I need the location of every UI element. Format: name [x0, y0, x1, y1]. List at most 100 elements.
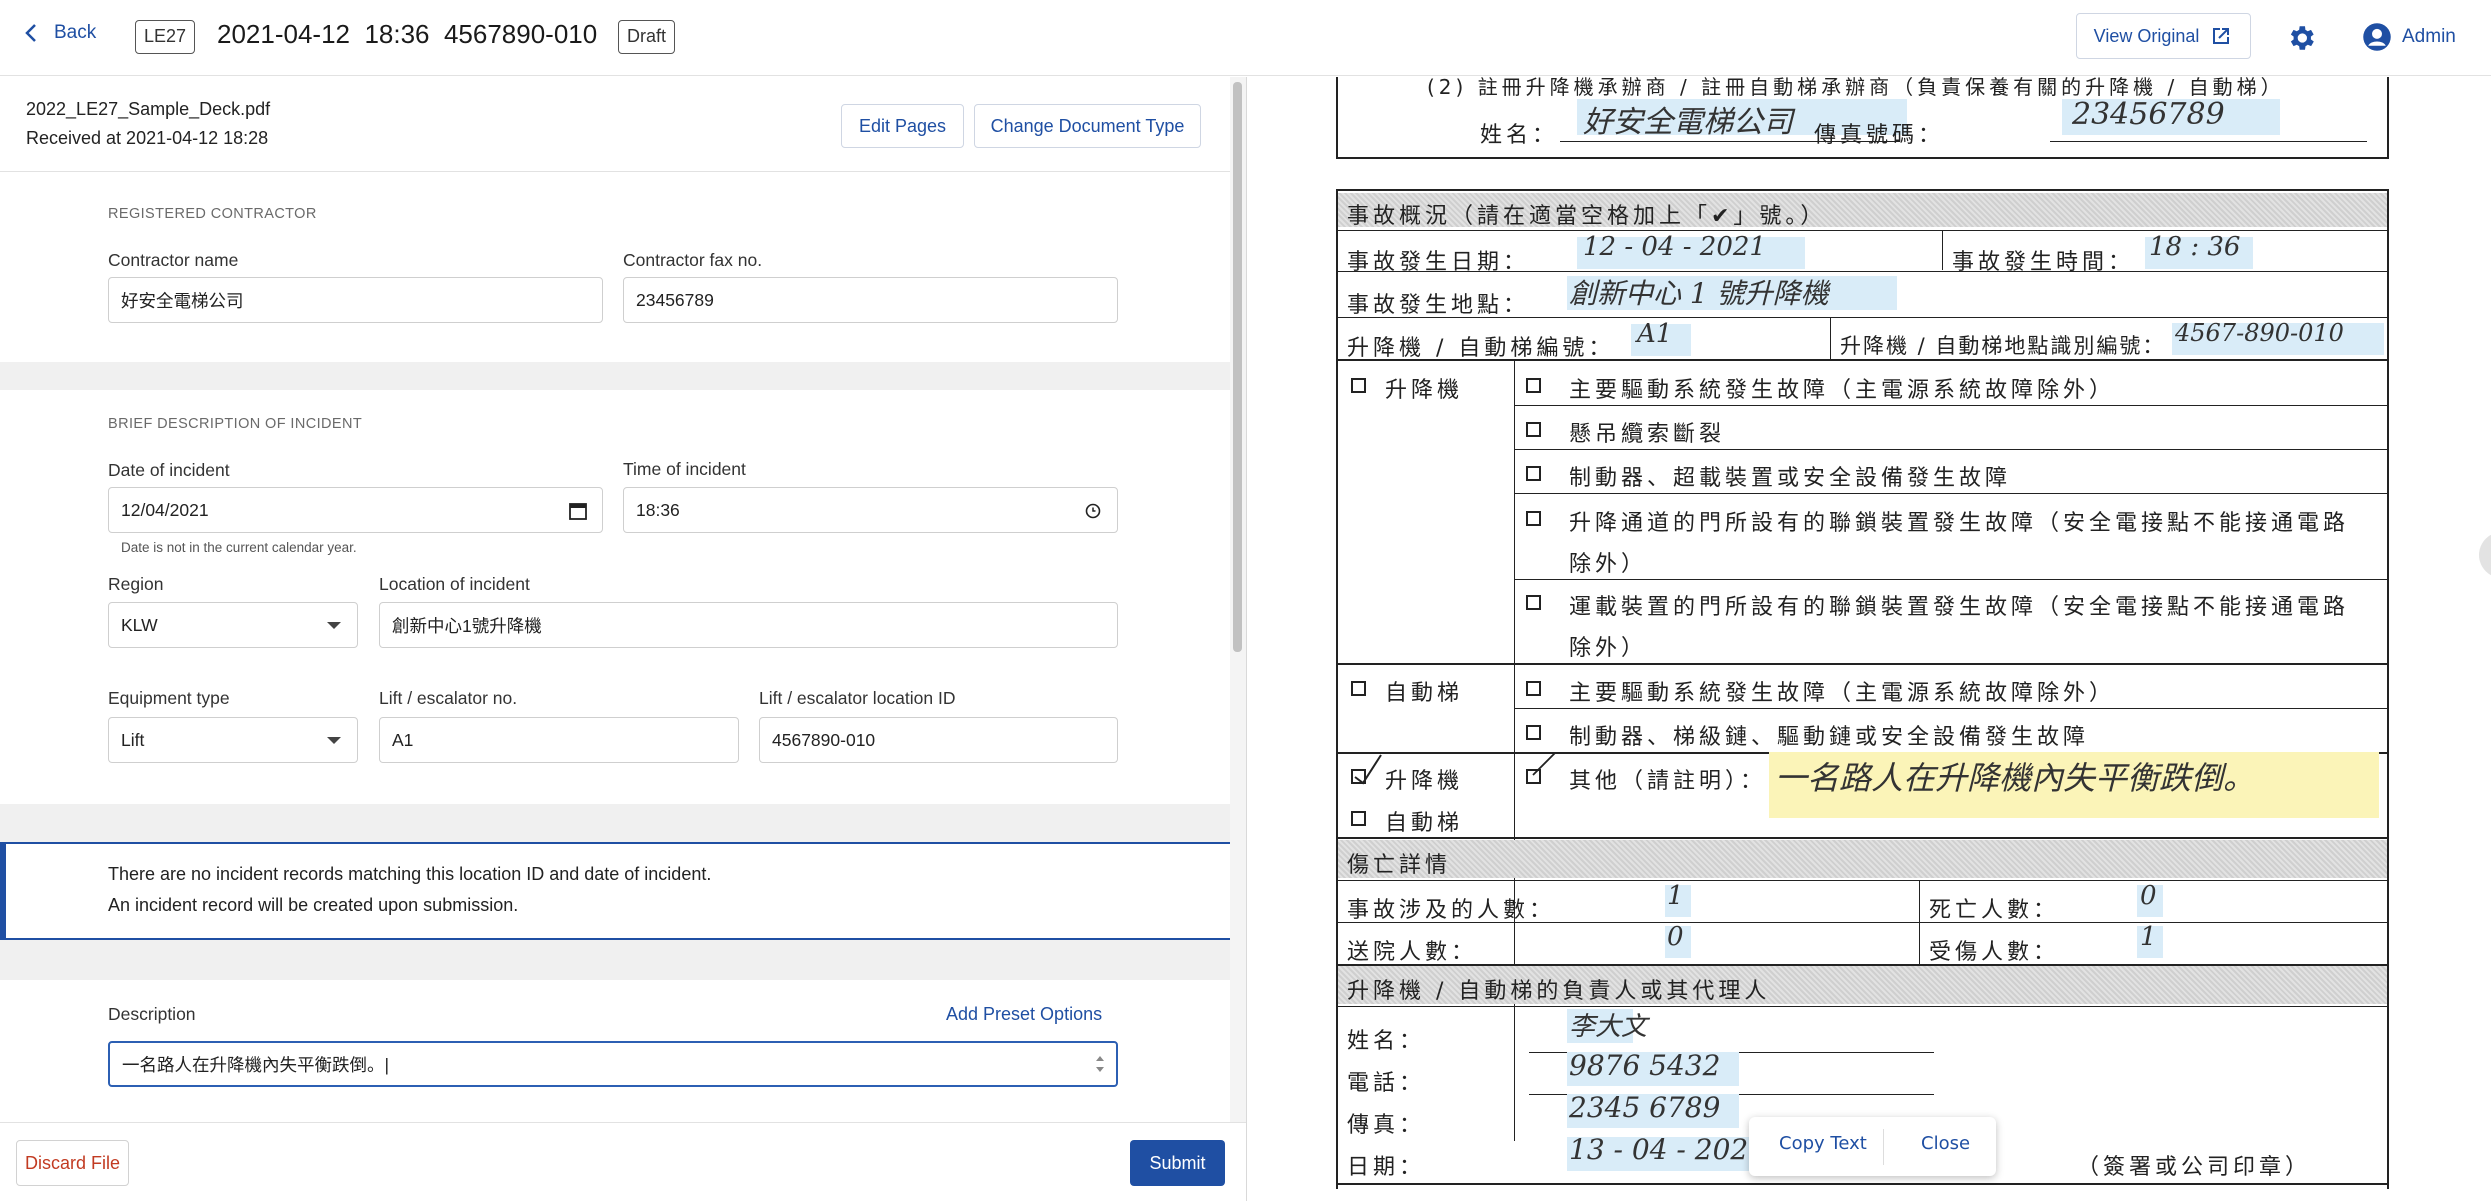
- popup-divider: [1883, 1129, 1884, 1165]
- lift-no-label: Lift / escalator no.: [379, 688, 518, 708]
- date-of-incident-input[interactable]: 12/04/2021: [108, 487, 603, 533]
- doc-line: [1336, 271, 2389, 272]
- notice-line-2: An incident record will be created upon …: [108, 895, 519, 915]
- copy-text-button[interactable]: Copy Text: [1779, 1133, 1867, 1154]
- doc-name-label: 姓名：: [1480, 123, 1559, 148]
- back-button[interactable]: Back: [24, 22, 96, 44]
- close-popup-button[interactable]: Close: [1921, 1133, 1970, 1154]
- edit-pages-button[interactable]: Edit Pages: [841, 104, 964, 148]
- contractor-name-input[interactable]: 好安全電梯公司: [108, 277, 603, 323]
- doc-line: [1942, 230, 1943, 270]
- doc-lift-item: 運載裝置的門所設有的聯鎖裝置發生故障（安全電接點不能接通電路: [1569, 595, 2350, 620]
- doc-lift-item: 主要驅動系統發生故障（主電源系統故障除外）: [1569, 378, 2116, 403]
- doc-line: [1514, 708, 2389, 709]
- section-divider: [0, 804, 1230, 842]
- submit-button[interactable]: Submit: [1130, 1140, 1225, 1186]
- doc-date2-label: 日期：: [1347, 1155, 1426, 1180]
- form-code-badge: LE27: [135, 20, 196, 54]
- location-id-input[interactable]: 4567890-010: [759, 717, 1118, 763]
- doc-other-handwriting: 一名路人在升降機內失平衡跌倒。: [1775, 759, 2256, 797]
- checkbox-icon: [1351, 378, 1366, 393]
- contractor-fax-input[interactable]: 23456789: [623, 277, 1118, 323]
- doc-line: [1336, 1183, 2389, 1185]
- doc-line: [1514, 449, 2389, 450]
- doc-phone-label: 電話：: [1347, 1071, 1426, 1096]
- dropdown-arrow-icon: [327, 737, 341, 744]
- gear-icon[interactable]: [2285, 22, 2317, 54]
- user-menu[interactable]: Admin: [2362, 22, 2456, 52]
- doc-line: [1514, 579, 2389, 580]
- checkmark-icon: [1354, 754, 1382, 785]
- location-id-label: Lift / escalator location ID: [759, 688, 956, 708]
- doc-lift-item: 除外）: [1569, 552, 1648, 577]
- add-preset-options-button[interactable]: Add Preset Options: [946, 1004, 1102, 1025]
- description-input[interactable]: 一名路人在升降機內失平衡跌倒。|: [108, 1041, 1118, 1087]
- doc-line: [1336, 189, 2389, 191]
- doc-line: [1336, 922, 2389, 923]
- section-divider: [0, 940, 1230, 980]
- doc-line: [1336, 189, 1338, 1189]
- doc-lift-item: 除外）: [1569, 636, 1648, 661]
- discard-file-button[interactable]: Discard File: [16, 1140, 129, 1186]
- clock-icon[interactable]: [1085, 503, 1101, 519]
- doc-equip-no-handwriting: A1: [1637, 319, 1673, 349]
- scrollbar-thumb[interactable]: [1233, 82, 1242, 652]
- doc-line: [1336, 880, 2389, 881]
- location-of-incident-input[interactable]: 創新中心1號升降機: [379, 602, 1118, 648]
- equipment-type-value: Lift: [121, 729, 145, 750]
- open-external-icon: [2213, 28, 2230, 44]
- doc-date2-handwriting: 13 - 04 - 202: [1569, 1133, 1749, 1166]
- doc-underline: [2050, 141, 2367, 142]
- checkbox-icon: [1526, 681, 1541, 696]
- doc-esc-item: 主要驅動系統發生故障（主電源系統故障除外）: [1569, 681, 2116, 706]
- checkbox-icon: [1526, 378, 1541, 393]
- view-original-button[interactable]: View Original: [2076, 13, 2251, 59]
- dropdown-arrow-icon: [327, 622, 341, 629]
- description-value: 一名路人在升降機內失平衡跌倒。|: [122, 1054, 390, 1075]
- doc-line: [1336, 837, 2389, 839]
- back-label: Back: [54, 22, 97, 43]
- info-notice: There are no incident records matching t…: [0, 842, 1230, 940]
- doc-line: [1336, 663, 2389, 665]
- time-of-incident-label: Time of incident: [623, 459, 746, 479]
- user-name: Admin: [2402, 26, 2456, 47]
- checkbox-icon: [1351, 811, 1366, 826]
- form-scrollbar[interactable]: [1230, 77, 1246, 1123]
- doc-loc-id-handwriting: 4567-890-010: [2175, 319, 2344, 347]
- date-of-incident-label: Date of incident: [108, 460, 230, 480]
- contractor-fax-label: Contractor fax no.: [623, 250, 763, 270]
- form-pane: 2022_LE27_Sample_Deck.pdf Received at 20…: [0, 77, 1246, 1123]
- doc-responsible-header: 升降機 / 自動梯的負責人或其代理人: [1347, 979, 1771, 1004]
- doc-other-label: 其他（請註明）：: [1569, 769, 1767, 794]
- doc-hospital-label: 送院人數：: [1347, 940, 1478, 965]
- checkbox-icon: [1526, 511, 1541, 526]
- doc-line: [1514, 361, 1515, 1141]
- doc-casualty-header: 傷亡詳情: [1347, 853, 1452, 878]
- doc-line: [1336, 157, 2389, 159]
- page-title: 2021-04-12 18:36 4567890-010: [217, 19, 598, 49]
- doc-involved-label: 事故涉及的人數：: [1347, 898, 1556, 923]
- equipment-type-select[interactable]: Lift: [108, 717, 358, 763]
- checkbox-icon: [1526, 725, 1541, 740]
- received-time: Received at 2021-04-12 18:28: [26, 128, 269, 148]
- doc-resp-name-handwriting: 李大文: [1569, 1012, 1648, 1042]
- status-badge: Draft: [618, 20, 676, 54]
- doc-date-handwriting: 12 - 04 - 2021: [1583, 232, 1766, 262]
- document-viewer[interactable]: (2) 註冊升降機承辦商 / 註冊自動梯承辦商（負責保養有關的升降機 / 自動梯…: [1246, 77, 2491, 1201]
- time-of-incident-input[interactable]: 18:36: [623, 487, 1118, 533]
- section-title-contractor: REGISTERED CONTRACTOR: [108, 206, 317, 222]
- doc-line: [1336, 230, 2389, 231]
- action-bar: Discard File Submit: [0, 1122, 1246, 1201]
- doc-hospital-handwriting: 0: [1667, 922, 1684, 952]
- lift-no-input[interactable]: A1: [379, 717, 739, 763]
- doc-line: [1336, 317, 2389, 318]
- region-select[interactable]: KLW: [108, 602, 358, 648]
- time-of-incident-value: 18:36: [636, 499, 680, 520]
- doc-line: [1336, 77, 1338, 159]
- scanned-form: (2) 註冊升降機承辦商 / 註冊自動梯承辦商（負責保養有關的升降機 / 自動梯…: [1247, 77, 2491, 1201]
- calendar-icon[interactable]: [568, 501, 588, 521]
- checkbox-icon: [1526, 595, 1541, 610]
- doc-phone-handwriting: 9876 5432: [1569, 1049, 1721, 1082]
- checkbox-icon: [1526, 422, 1541, 437]
- change-document-type-button[interactable]: Change Document Type: [974, 104, 1201, 148]
